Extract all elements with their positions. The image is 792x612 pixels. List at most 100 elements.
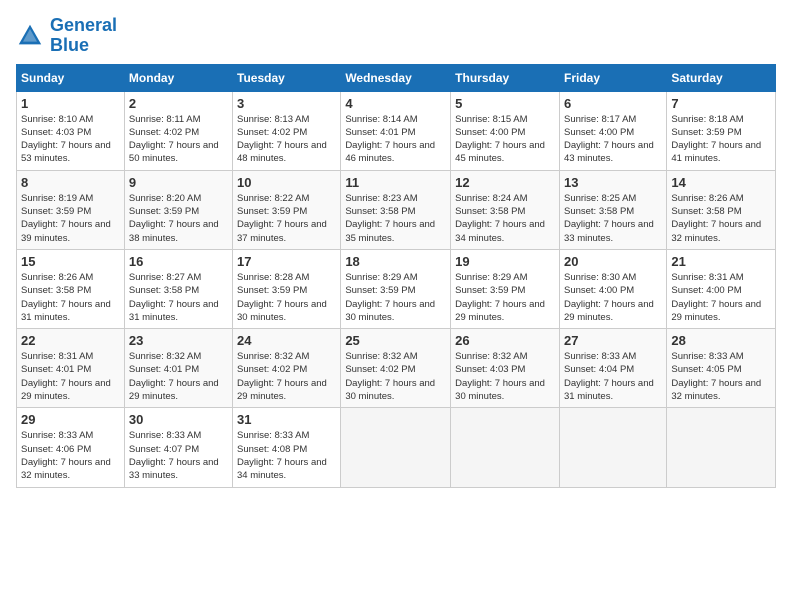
logo: GeneralBlue	[16, 16, 117, 56]
calendar-cell: 16 Sunrise: 8:27 AMSunset: 3:58 PMDaylig…	[124, 249, 232, 328]
day-number: 11	[345, 175, 446, 190]
calendar-cell: 18 Sunrise: 8:29 AMSunset: 3:59 PMDaylig…	[341, 249, 451, 328]
day-info: Sunrise: 8:33 AMSunset: 4:07 PMDaylight:…	[129, 429, 228, 482]
calendar-header-row: SundayMondayTuesdayWednesdayThursdayFrid…	[17, 64, 776, 91]
day-number: 22	[21, 333, 120, 348]
day-info: Sunrise: 8:11 AMSunset: 4:02 PMDaylight:…	[129, 113, 228, 166]
calendar-cell: 21 Sunrise: 8:31 AMSunset: 4:00 PMDaylig…	[667, 249, 776, 328]
week-row-4: 22 Sunrise: 8:31 AMSunset: 4:01 PMDaylig…	[17, 329, 776, 408]
day-number: 8	[21, 175, 120, 190]
day-number: 29	[21, 412, 120, 427]
calendar-cell: 19 Sunrise: 8:29 AMSunset: 3:59 PMDaylig…	[451, 249, 560, 328]
day-number: 19	[455, 254, 555, 269]
day-info: Sunrise: 8:20 AMSunset: 3:59 PMDaylight:…	[129, 192, 228, 245]
day-number: 23	[129, 333, 228, 348]
calendar-cell: 1 Sunrise: 8:10 AMSunset: 4:03 PMDayligh…	[17, 91, 125, 170]
day-info: Sunrise: 8:10 AMSunset: 4:03 PMDaylight:…	[21, 113, 120, 166]
day-number: 9	[129, 175, 228, 190]
day-info: Sunrise: 8:32 AMSunset: 4:01 PMDaylight:…	[129, 350, 228, 403]
day-number: 25	[345, 333, 446, 348]
calendar-cell: 6 Sunrise: 8:17 AMSunset: 4:00 PMDayligh…	[559, 91, 666, 170]
calendar-cell	[667, 408, 776, 487]
calendar-cell: 11 Sunrise: 8:23 AMSunset: 3:58 PMDaylig…	[341, 170, 451, 249]
day-number: 5	[455, 96, 555, 111]
day-info: Sunrise: 8:26 AMSunset: 3:58 PMDaylight:…	[21, 271, 120, 324]
day-number: 30	[129, 412, 228, 427]
calendar-cell: 14 Sunrise: 8:26 AMSunset: 3:58 PMDaylig…	[667, 170, 776, 249]
calendar-cell	[559, 408, 666, 487]
logo-text: GeneralBlue	[50, 16, 117, 56]
day-info: Sunrise: 8:32 AMSunset: 4:03 PMDaylight:…	[455, 350, 555, 403]
day-info: Sunrise: 8:33 AMSunset: 4:05 PMDaylight:…	[671, 350, 771, 403]
calendar-cell: 5 Sunrise: 8:15 AMSunset: 4:00 PMDayligh…	[451, 91, 560, 170]
day-info: Sunrise: 8:31 AMSunset: 4:00 PMDaylight:…	[671, 271, 771, 324]
day-number: 18	[345, 254, 446, 269]
day-info: Sunrise: 8:25 AMSunset: 3:58 PMDaylight:…	[564, 192, 662, 245]
day-info: Sunrise: 8:13 AMSunset: 4:02 PMDaylight:…	[237, 113, 336, 166]
day-number: 20	[564, 254, 662, 269]
day-number: 15	[21, 254, 120, 269]
header-thursday: Thursday	[451, 64, 560, 91]
day-number: 12	[455, 175, 555, 190]
day-number: 7	[671, 96, 771, 111]
day-info: Sunrise: 8:26 AMSunset: 3:58 PMDaylight:…	[671, 192, 771, 245]
day-info: Sunrise: 8:31 AMSunset: 4:01 PMDaylight:…	[21, 350, 120, 403]
day-number: 1	[21, 96, 120, 111]
day-info: Sunrise: 8:24 AMSunset: 3:58 PMDaylight:…	[455, 192, 555, 245]
day-number: 26	[455, 333, 555, 348]
calendar-cell: 9 Sunrise: 8:20 AMSunset: 3:59 PMDayligh…	[124, 170, 232, 249]
day-info: Sunrise: 8:33 AMSunset: 4:08 PMDaylight:…	[237, 429, 336, 482]
day-info: Sunrise: 8:18 AMSunset: 3:59 PMDaylight:…	[671, 113, 771, 166]
calendar-cell: 25 Sunrise: 8:32 AMSunset: 4:02 PMDaylig…	[341, 329, 451, 408]
calendar-cell	[451, 408, 560, 487]
day-info: Sunrise: 8:15 AMSunset: 4:00 PMDaylight:…	[455, 113, 555, 166]
calendar-cell: 12 Sunrise: 8:24 AMSunset: 3:58 PMDaylig…	[451, 170, 560, 249]
day-info: Sunrise: 8:27 AMSunset: 3:58 PMDaylight:…	[129, 271, 228, 324]
day-number: 2	[129, 96, 228, 111]
week-row-1: 1 Sunrise: 8:10 AMSunset: 4:03 PMDayligh…	[17, 91, 776, 170]
day-number: 17	[237, 254, 336, 269]
day-info: Sunrise: 8:17 AMSunset: 4:00 PMDaylight:…	[564, 113, 662, 166]
day-number: 27	[564, 333, 662, 348]
day-number: 31	[237, 412, 336, 427]
day-info: Sunrise: 8:22 AMSunset: 3:59 PMDaylight:…	[237, 192, 336, 245]
calendar-cell: 13 Sunrise: 8:25 AMSunset: 3:58 PMDaylig…	[559, 170, 666, 249]
calendar-cell: 17 Sunrise: 8:28 AMSunset: 3:59 PMDaylig…	[233, 249, 341, 328]
day-number: 28	[671, 333, 771, 348]
calendar-cell: 24 Sunrise: 8:32 AMSunset: 4:02 PMDaylig…	[233, 329, 341, 408]
day-number: 6	[564, 96, 662, 111]
day-info: Sunrise: 8:30 AMSunset: 4:00 PMDaylight:…	[564, 271, 662, 324]
calendar-cell: 15 Sunrise: 8:26 AMSunset: 3:58 PMDaylig…	[17, 249, 125, 328]
day-info: Sunrise: 8:19 AMSunset: 3:59 PMDaylight:…	[21, 192, 120, 245]
calendar-cell: 3 Sunrise: 8:13 AMSunset: 4:02 PMDayligh…	[233, 91, 341, 170]
calendar-cell: 27 Sunrise: 8:33 AMSunset: 4:04 PMDaylig…	[559, 329, 666, 408]
calendar-cell: 31 Sunrise: 8:33 AMSunset: 4:08 PMDaylig…	[233, 408, 341, 487]
calendar-cell: 7 Sunrise: 8:18 AMSunset: 3:59 PMDayligh…	[667, 91, 776, 170]
header-saturday: Saturday	[667, 64, 776, 91]
day-info: Sunrise: 8:29 AMSunset: 3:59 PMDaylight:…	[345, 271, 446, 324]
day-info: Sunrise: 8:23 AMSunset: 3:58 PMDaylight:…	[345, 192, 446, 245]
week-row-5: 29 Sunrise: 8:33 AMSunset: 4:06 PMDaylig…	[17, 408, 776, 487]
day-number: 4	[345, 96, 446, 111]
header-friday: Friday	[559, 64, 666, 91]
day-info: Sunrise: 8:32 AMSunset: 4:02 PMDaylight:…	[345, 350, 446, 403]
day-number: 14	[671, 175, 771, 190]
calendar-cell: 4 Sunrise: 8:14 AMSunset: 4:01 PMDayligh…	[341, 91, 451, 170]
calendar-cell: 10 Sunrise: 8:22 AMSunset: 3:59 PMDaylig…	[233, 170, 341, 249]
day-info: Sunrise: 8:29 AMSunset: 3:59 PMDaylight:…	[455, 271, 555, 324]
week-row-3: 15 Sunrise: 8:26 AMSunset: 3:58 PMDaylig…	[17, 249, 776, 328]
calendar-cell: 26 Sunrise: 8:32 AMSunset: 4:03 PMDaylig…	[451, 329, 560, 408]
day-info: Sunrise: 8:14 AMSunset: 4:01 PMDaylight:…	[345, 113, 446, 166]
calendar-cell: 28 Sunrise: 8:33 AMSunset: 4:05 PMDaylig…	[667, 329, 776, 408]
calendar-cell: 29 Sunrise: 8:33 AMSunset: 4:06 PMDaylig…	[17, 408, 125, 487]
calendar-header: GeneralBlue	[16, 16, 776, 56]
day-info: Sunrise: 8:28 AMSunset: 3:59 PMDaylight:…	[237, 271, 336, 324]
day-info: Sunrise: 8:33 AMSunset: 4:04 PMDaylight:…	[564, 350, 662, 403]
calendar-cell: 20 Sunrise: 8:30 AMSunset: 4:00 PMDaylig…	[559, 249, 666, 328]
header-wednesday: Wednesday	[341, 64, 451, 91]
day-number: 3	[237, 96, 336, 111]
calendar-body: 1 Sunrise: 8:10 AMSunset: 4:03 PMDayligh…	[17, 91, 776, 487]
week-row-2: 8 Sunrise: 8:19 AMSunset: 3:59 PMDayligh…	[17, 170, 776, 249]
calendar-cell: 22 Sunrise: 8:31 AMSunset: 4:01 PMDaylig…	[17, 329, 125, 408]
day-number: 10	[237, 175, 336, 190]
